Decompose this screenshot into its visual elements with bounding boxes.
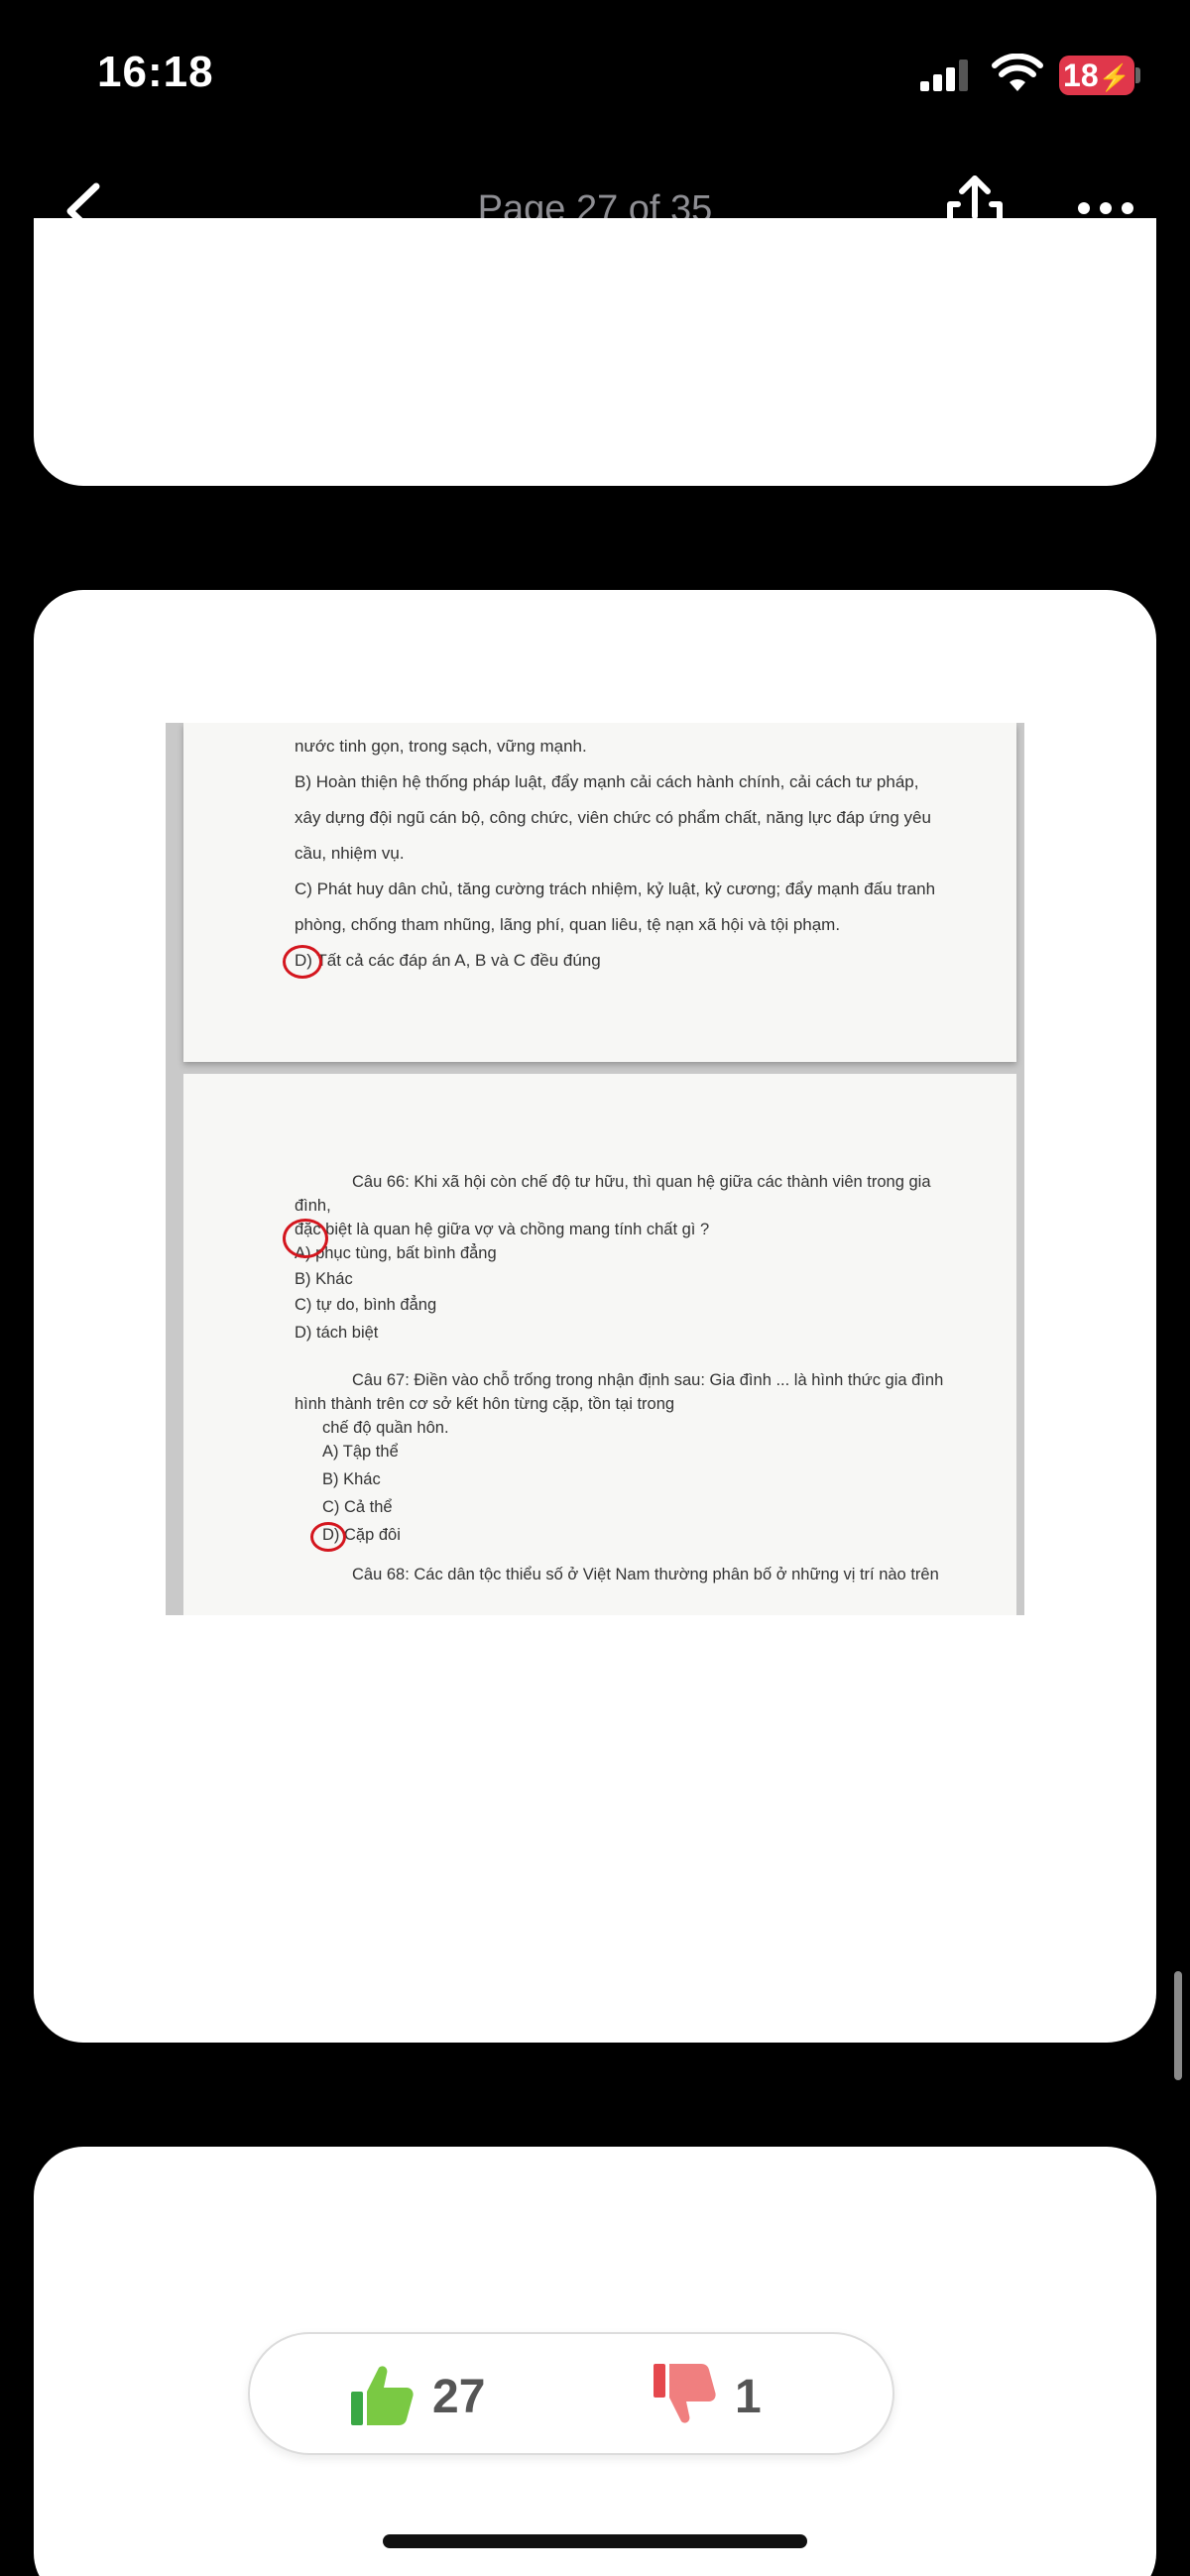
answer-circle-mark [283, 945, 322, 979]
dislike-count: 1 [735, 2371, 762, 2423]
doc-line: Câu 68: Các dân tộc thiểu số ở Việt Nam … [352, 1566, 939, 1583]
charging-bolt-icon: ⚡ [1098, 62, 1130, 92]
answer-circle-mark [310, 1522, 346, 1552]
answer-circle-mark [283, 1219, 328, 1258]
doc-line: phòng, chống tham nhũng, lãng phí, quan … [295, 915, 841, 934]
document-sheet-lower: Câu 66: Khi xã hội còn chế độ tư hữu, th… [183, 1074, 1016, 1615]
thumbs-down-icon [654, 2364, 716, 2423]
wifi-icon [992, 54, 1043, 91]
doc-line: B) Hoàn thiện hệ thống pháp luật, đẩy mạ… [295, 772, 919, 791]
doc-line: cầu, nhiệm vụ. [295, 844, 405, 863]
cellular-signal-icon [920, 59, 968, 91]
current-page: nước tinh gọn, trong sạch, vững mạnh. B)… [34, 590, 1156, 2043]
doc-line: C) Phát huy dân chủ, tăng cường trách nh… [295, 879, 936, 898]
thumbs-up-icon [351, 2366, 414, 2425]
previous-page [34, 218, 1156, 486]
doc-line: chế độ quần hôn. [322, 1419, 449, 1437]
like-button[interactable]: 27 [349, 2354, 547, 2437]
doc-line: A) Tập thể [322, 1443, 399, 1461]
battery-level: 18 [1063, 58, 1099, 93]
scrollbar-thumb[interactable] [1174, 1971, 1182, 2080]
doc-line: C) Cả thể [322, 1498, 393, 1516]
doc-line: B) Khác [322, 1470, 381, 1488]
document-sheet-upper: nước tinh gọn, trong sạch, vững mạnh. B)… [183, 723, 1016, 1062]
doc-line: B) Khác [295, 1270, 353, 1288]
battery-indicator: 18⚡ [1059, 56, 1134, 95]
doc-line: xây dựng đội ngũ cán bộ, công chức, viên… [295, 808, 931, 827]
battery-tip [1135, 67, 1140, 83]
vote-bar: 27 1 [248, 2332, 894, 2455]
home-indicator[interactable] [383, 2534, 807, 2548]
doc-line: đình, [295, 1197, 331, 1215]
doc-line: đặc biệt là quan hệ giữa vợ và chồng man… [295, 1221, 710, 1238]
doc-line: D) tách biệt [295, 1324, 379, 1342]
doc-line: nước tinh gọn, trong sạch, vững mạnh. [295, 737, 587, 756]
doc-line: Câu 66: Khi xã hội còn chế độ tư hữu, th… [352, 1173, 931, 1191]
document-photo: nước tinh gọn, trong sạch, vững mạnh. B)… [166, 723, 1024, 1615]
like-count: 27 [432, 2371, 486, 2423]
doc-line: Câu 67: Điền vào chỗ trống trong nhận đị… [352, 1371, 944, 1389]
doc-line: hình thành trên cơ sở kết hôn từng cặp, … [295, 1395, 675, 1413]
dislike-button[interactable]: 1 [652, 2354, 810, 2437]
doc-line: C) tự do, bình đẳng [295, 1296, 437, 1314]
doc-line: D) Tất cả các đáp án A, B và C đều đúng [295, 951, 601, 970]
status-time: 16:18 [97, 48, 214, 96]
status-bar: 16:18 18⚡ [0, 0, 1190, 149]
